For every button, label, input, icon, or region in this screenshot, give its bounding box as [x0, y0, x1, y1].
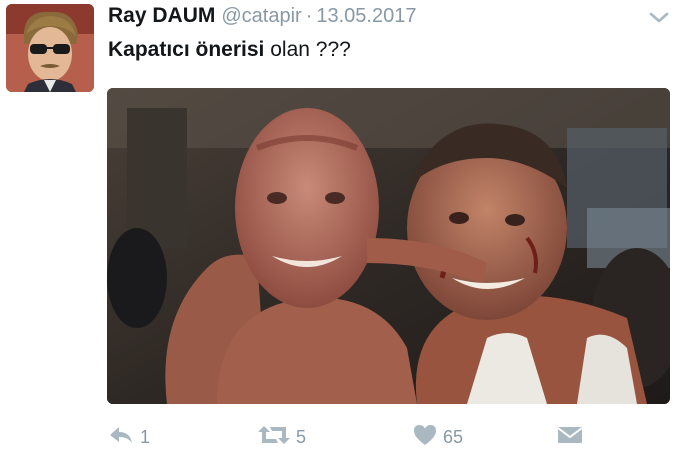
retweet-count: 5	[296, 426, 307, 447]
retweet-icon	[258, 424, 290, 451]
tweet-actions: 1 5 65	[108, 422, 668, 452]
chevron-down-icon[interactable]	[648, 10, 670, 26]
reply-icon	[108, 425, 134, 450]
reply-button[interactable]: 1	[108, 422, 150, 452]
envelope-icon	[557, 425, 583, 450]
avatar[interactable]	[6, 4, 94, 92]
display-name[interactable]: Ray DAUM	[108, 4, 215, 27]
tweet-text: Kapatıcı önerisi olan ???	[108, 38, 351, 62]
retweet-button[interactable]: 5	[258, 422, 306, 452]
like-button[interactable]: 65	[413, 422, 463, 452]
heart-icon	[413, 424, 437, 451]
reply-count: 1	[140, 426, 151, 447]
tweet-text-rest: olan ???	[264, 38, 351, 61]
direct-message-button[interactable]	[557, 422, 583, 452]
tweet-photo[interactable]	[107, 88, 670, 404]
separator-dot: ·	[305, 5, 313, 27]
tweet-header: Ray DAUM @catapir · 13.05.2017	[108, 4, 670, 34]
user-handle[interactable]: @catapir	[221, 5, 301, 27]
like-count: 65	[443, 426, 464, 447]
tweet-text-bold: Kapatıcı önerisi	[108, 38, 265, 61]
tweet-date[interactable]: 13.05.2017	[316, 5, 416, 27]
tweet-card: Ray DAUM @catapir · 13.05.2017 Kapatıcı öne…	[0, 0, 690, 474]
